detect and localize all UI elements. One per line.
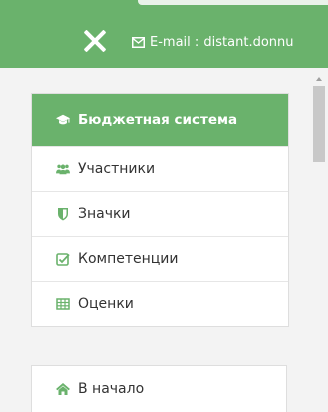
close-button[interactable] [82,28,108,54]
nav-label: Бюджетная система [78,112,238,128]
top-bar: E-mail : distant.donnu [0,0,328,68]
nav-item-budget-system[interactable]: Бюджетная система [32,94,288,146]
scroll-thumb[interactable] [313,86,325,162]
nav-label: В начало [78,380,145,397]
nav-item-grades[interactable]: Оценки [32,281,288,326]
scrollbar[interactable] [311,74,328,412]
shield-icon [58,208,68,221]
nav-label: Значки [78,206,131,222]
email-text: E-mail : distant.donnu [150,34,294,50]
nav-label: Компетенции [78,251,179,267]
nav-label: Участники [78,161,156,177]
home-nav: В начало [31,365,287,412]
email-link[interactable]: E-mail : distant.donnu [132,33,294,51]
home-icon [56,382,70,395]
course-nav: Бюджетная система Участники Значки Компе… [31,93,289,327]
nav-item-badges[interactable]: Значки [32,191,288,236]
nav-item-competencies[interactable]: Компетенции [32,236,288,281]
top-strip [138,0,328,5]
nav-item-home[interactable]: В начало [32,366,286,411]
table-icon [56,298,70,310]
nav-item-participants[interactable]: Участники [32,146,288,191]
scroll-up-arrow-icon[interactable] [316,77,322,81]
users-icon [56,164,70,175]
nav-label: Оценки [78,296,134,312]
checkbox-icon [56,253,70,266]
graduation-cap-icon [56,114,70,125]
envelope-icon [132,36,145,48]
